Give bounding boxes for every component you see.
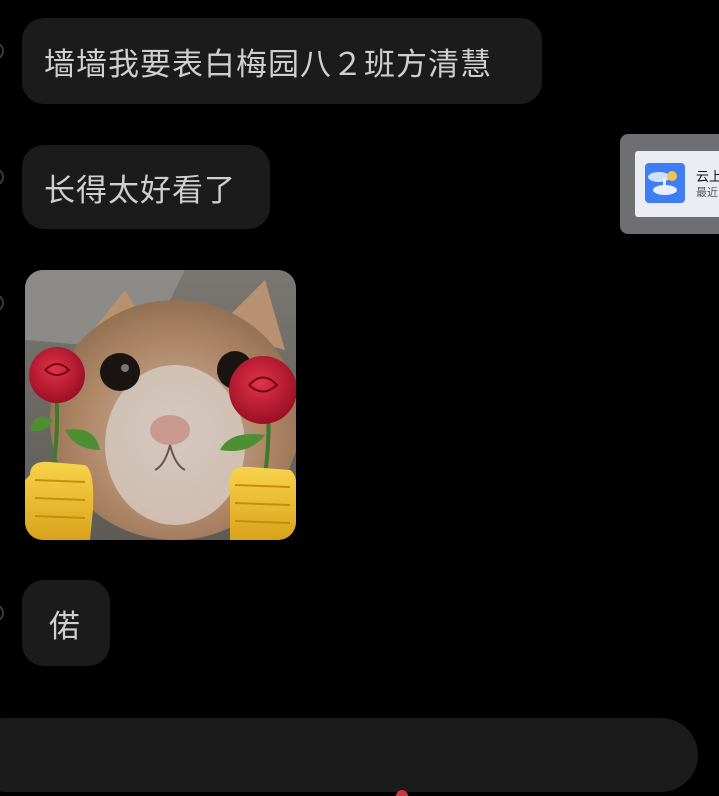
cat-rose-sticker[interactable] <box>25 270 296 540</box>
message-text: 墙墙我要表白梅园八２班方清慧 <box>44 46 492 83</box>
sender-avatar[interactable] <box>0 42 4 60</box>
message-text: 偌 <box>49 608 81 645</box>
miniapp-title: 云上 <box>696 170 719 185</box>
sender-avatar[interactable] <box>0 604 4 622</box>
message-bubble[interactable]: 长得太好看了 <box>22 145 270 229</box>
message-bubble[interactable]: 偌 <box>22 580 110 666</box>
message-text: 长得太好看了 <box>44 172 236 209</box>
floating-miniapp-card[interactable]: 云上 最近 <box>620 134 719 234</box>
message-input-bar[interactable] <box>0 718 698 792</box>
miniapp-subtitle: 最近 <box>696 186 718 199</box>
chat-screen: 墙墙我要表白梅园八２班方清慧 长得太好看了 偌 云上 最近 <box>0 0 719 796</box>
sender-avatar[interactable] <box>0 294 4 312</box>
cat-holding-roses-image <box>25 270 296 540</box>
message-bubble[interactable]: 墙墙我要表白梅园八２班方清慧 <box>22 18 542 104</box>
miniapp-icon <box>645 163 685 203</box>
miniapp-card-content: 云上 最近 <box>635 151 719 217</box>
sender-avatar[interactable] <box>0 168 4 186</box>
notification-dot <box>396 790 408 796</box>
